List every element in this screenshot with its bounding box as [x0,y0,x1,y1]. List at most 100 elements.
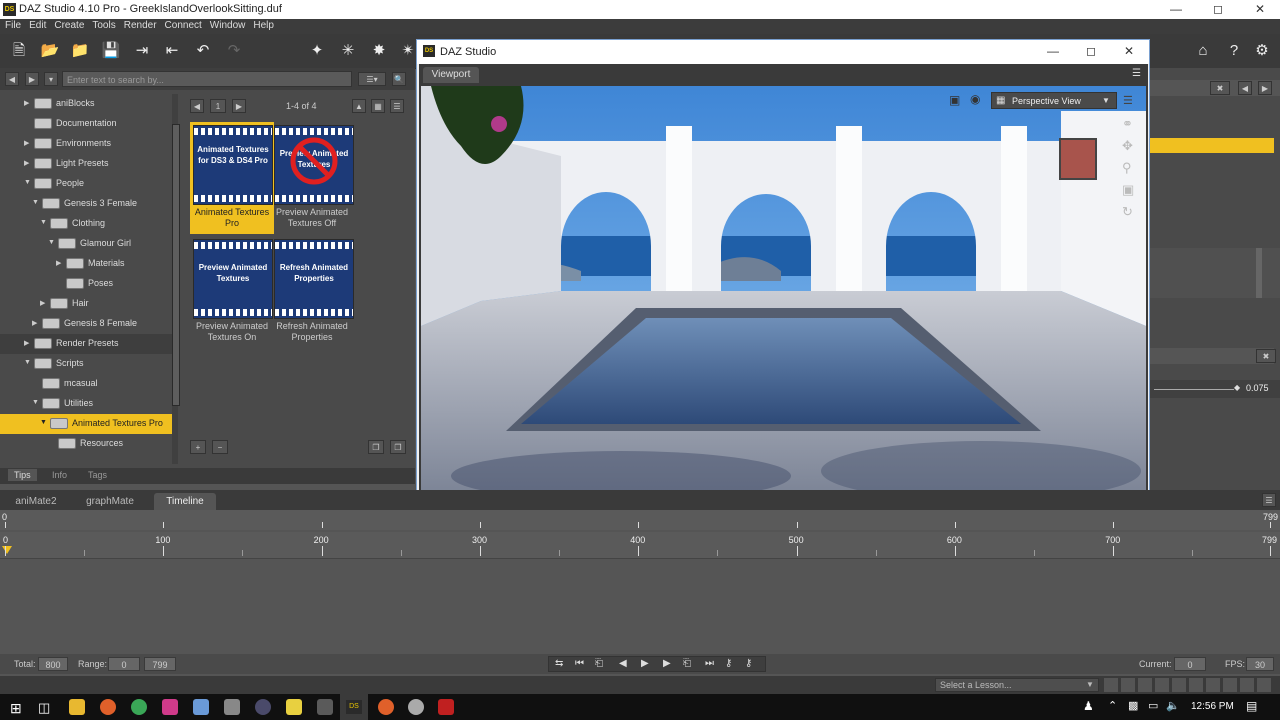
app-icon[interactable] [438,699,454,715]
collapse-arrow-icon[interactable]: ▼ [24,179,31,186]
redo-icon[interactable]: ↷ [224,41,244,61]
maximize-button[interactable]: ◻ [1198,0,1238,19]
zoom-icon[interactable]: ⚲ [1122,160,1132,176]
export-icon[interactable]: ⇤ [162,41,182,61]
first-frame-icon[interactable]: ⏮ [575,658,584,669]
remove-key-icon[interactable]: ⚷ [745,658,752,669]
total-field[interactable]: 800 [38,657,68,671]
forward-icon[interactable]: ▶ [25,72,39,86]
prev-key-icon[interactable]: ⎗ [595,658,603,669]
tree-item[interactable]: ▼ Glamour Girl [0,234,172,254]
menu-tools[interactable]: Tools [87,19,118,31]
tab-tags[interactable]: Tags [88,470,107,480]
tree-item[interactable]: ▼ Clothing [0,214,172,234]
copy-icon[interactable]: ❐ [368,440,384,454]
step-forward-icon[interactable]: ▶ [663,658,671,669]
app-icon[interactable] [286,699,302,715]
right-next-icon[interactable]: ▶ [1258,81,1272,95]
tree-item[interactable]: Resources [0,434,172,454]
thumbnail-preview-on[interactable]: Preview Animated Textures [193,239,273,319]
tray-arrow-icon[interactable]: ⌃ [1108,699,1117,712]
pan-icon[interactable]: ✥ [1122,138,1133,154]
render-tool-icon[interactable]: ✴ [398,41,418,61]
menu-edit[interactable]: Edit [24,19,49,31]
paste-icon[interactable]: ❐ [390,440,406,454]
collapse-arrow-icon[interactable]: ▼ [40,419,47,426]
library-search-input[interactable]: Enter text to search by... [62,71,352,87]
light-tool-icon[interactable]: ✳ [338,41,358,61]
add-key-icon[interactable]: ⚷ [725,658,732,669]
tree-item[interactable]: ▼ Animated Textures Pro [0,414,172,434]
menu-create[interactable]: Create [49,19,87,31]
tree-scrollbar[interactable] [172,94,180,464]
step-back-icon[interactable]: ◀ [619,658,627,669]
tree-item[interactable]: Poses [0,274,172,294]
selected-row[interactable] [1150,138,1274,153]
daz-studio-taskbar-item[interactable]: DS [340,694,368,720]
thumbnail-preview-off[interactable]: Preview Animated Textures [274,125,354,205]
volume-icon[interactable]: 🔈 [1166,699,1180,712]
panel-scrollbar[interactable] [1256,248,1262,298]
expand-arrow-icon[interactable]: ▶ [32,319,37,327]
tree-item[interactable]: mcasual [0,374,172,394]
render-scene[interactable]: ▣ ◉ ▦ Perspective View ▼ ☰ ⚭ ✥ ⚲ ▣ ↻ [421,86,1146,494]
lesson-steps[interactable] [1104,678,1274,692]
thumbnail-animated-textures-pro[interactable]: Animated Textures for DS3 & DS4 Pro [193,125,273,205]
tree-item[interactable]: Documentation [0,114,172,134]
network-icon[interactable]: ▩ [1128,699,1138,712]
view-select[interactable]: ▦ Perspective View ▼ [991,92,1117,109]
minimize-button[interactable]: — [1156,0,1196,19]
tree-item[interactable]: ▶ aniBlocks [0,94,172,114]
menu-connect[interactable]: Connect [160,19,205,31]
undo-icon[interactable]: ↶ [193,41,213,61]
merge-file-icon[interactable]: 📁 [70,41,90,61]
timeline-menu-icon[interactable]: ☰ [1262,493,1276,507]
tree-item[interactable]: ▶ Environments [0,134,172,154]
tree-item[interactable]: ▶ Render Presets [0,334,172,354]
current-field[interactable]: 0 [1174,657,1206,671]
app-icon[interactable] [255,699,271,715]
expand-arrow-icon[interactable]: ▶ [24,339,29,347]
view-cube[interactable] [1059,138,1097,180]
expand-arrow-icon[interactable]: ▶ [40,299,45,307]
viewport-minimize-button[interactable]: — [1033,42,1073,61]
expand-arrow-icon[interactable]: ▶ [24,159,29,167]
menu-file[interactable]: File [0,19,24,31]
spotlight-tool-icon[interactable]: ✸ [369,41,389,61]
search-icon[interactable]: 🔍 [392,72,406,86]
firefox-icon[interactable] [100,699,116,715]
help-icon[interactable]: ? [1224,41,1244,61]
tab-animate2[interactable]: aniMate2 [6,493,66,510]
tab-graphmate[interactable]: graphMate [78,493,142,510]
firefox-icon[interactable] [378,699,394,715]
open-file-icon[interactable]: 📂 [40,41,60,61]
tab-timeline[interactable]: Timeline [154,493,216,510]
collapse-arrow-icon[interactable]: ▼ [24,359,31,366]
remove-icon[interactable]: − [212,440,228,454]
clock[interactable]: 12:56 PM [1191,701,1234,712]
viewport-options-icon[interactable]: ☰ [1123,94,1137,107]
save-icon[interactable]: 💾 [101,41,121,61]
people-icon[interactable]: ♟ [1083,699,1094,713]
import-icon[interactable]: ⇥ [132,41,152,61]
back-icon[interactable]: ◀ [5,72,19,86]
dropdown-arrow-icon[interactable]: ▾ [44,72,58,86]
tree-item[interactable]: ▶ Hair [0,294,172,314]
task-view-icon[interactable]: ◫ [38,700,50,716]
tab-viewport[interactable]: Viewport [423,67,479,83]
close-button[interactable]: ✕ [1240,0,1280,19]
tree-item[interactable]: ▶ Genesis 8 Female [0,314,172,334]
expand-arrow-icon[interactable]: ▶ [24,139,29,147]
collapse-arrow-icon[interactable]: ▼ [40,219,47,226]
viewport-menu-icon[interactable]: ☰ [1132,68,1144,79]
home-icon[interactable]: ⌂ [1193,41,1213,61]
app-icon[interactable] [193,699,209,715]
chrome-icon[interactable] [131,699,147,715]
clear-search-icon[interactable]: ✖ [1256,349,1276,363]
tab-info[interactable]: Info [52,470,67,480]
tree-item[interactable]: ▶ Light Presets [0,154,172,174]
clear-filter-icon[interactable]: ✖ [1210,81,1230,95]
frame-icon[interactable]: ▣ [1122,182,1134,198]
reset-view-icon[interactable]: ↻ [1122,204,1133,220]
fps-field[interactable]: 30 [1246,657,1274,671]
